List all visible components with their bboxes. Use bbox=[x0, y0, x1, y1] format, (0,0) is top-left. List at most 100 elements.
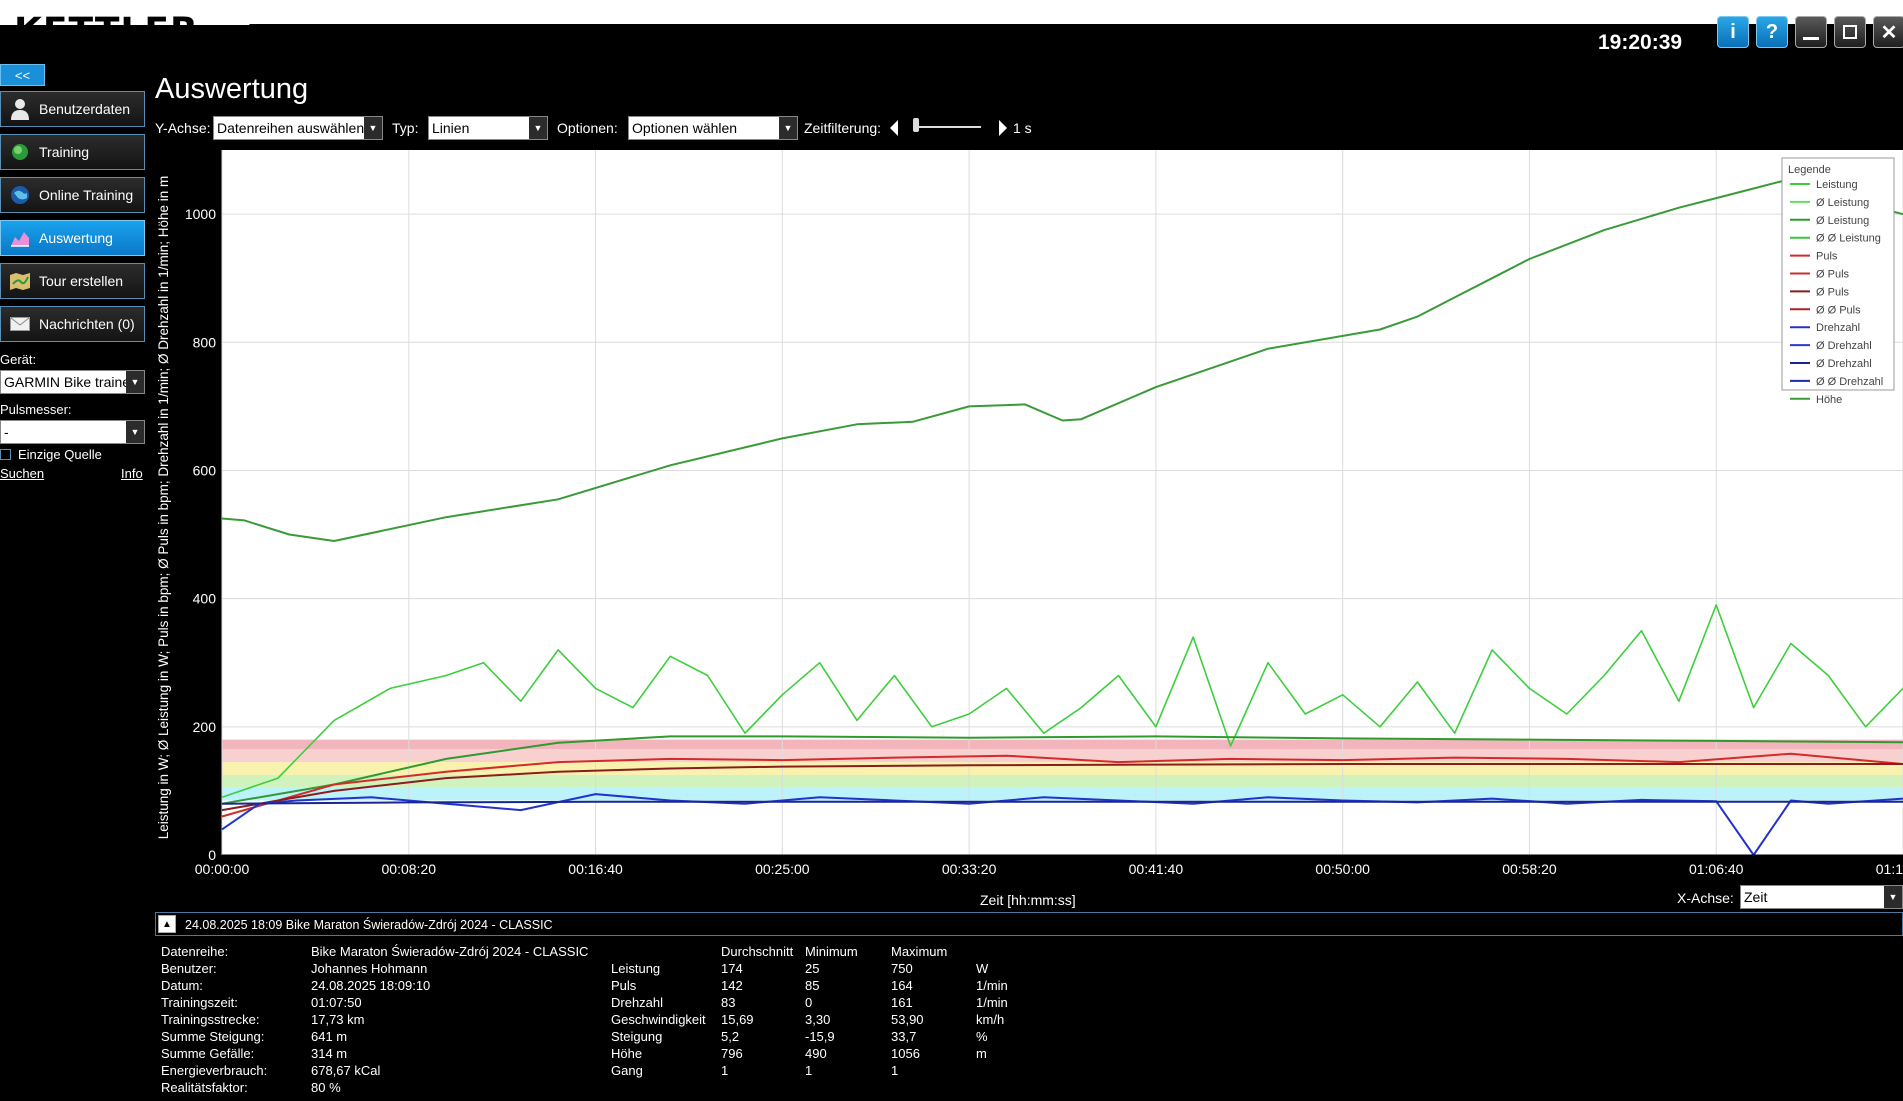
options-select[interactable]: Optionen wählen ▼ bbox=[628, 116, 798, 140]
info-link[interactable]: Info bbox=[121, 466, 143, 481]
device-select[interactable]: GARMIN Bike trainer ▼ bbox=[0, 370, 145, 394]
stats-unit: 1/min bbox=[976, 978, 1008, 993]
stats-name: Leistung bbox=[611, 961, 661, 976]
chevron-down-icon[interactable]: ▼ bbox=[779, 117, 797, 139]
sidebar-item-label: Training bbox=[39, 144, 90, 160]
device-label: Gerät: bbox=[0, 352, 37, 367]
stats-name: Steigung bbox=[611, 1029, 663, 1044]
x-tick-label: 00:25:00 bbox=[755, 861, 810, 877]
stats-min: 25 bbox=[805, 961, 820, 976]
time-filter-slider-thumb[interactable] bbox=[913, 118, 919, 132]
legend-entry: Leistung bbox=[1816, 179, 1858, 191]
evaluation-chart: 0200400600800100000:00:00 00:08:20 00:16:4… bbox=[156, 150, 1903, 877]
x-tick-label: 00:50:00 bbox=[1315, 861, 1370, 877]
detail-value: 24.08.2025 18:09:10 bbox=[311, 978, 431, 993]
stats-max: 164 bbox=[891, 978, 913, 993]
stats-name: Geschwindigkeit bbox=[611, 1012, 706, 1027]
time-filter-slider[interactable] bbox=[913, 126, 981, 128]
detail-label: Datum: bbox=[161, 978, 203, 993]
sidebar-item-label: Nachrichten (0) bbox=[39, 316, 135, 332]
time-filter-decrease-icon[interactable] bbox=[890, 120, 898, 136]
sidebar-item-benutzerdaten[interactable]: Benutzerdaten bbox=[0, 91, 145, 127]
legend-entry: Höhe bbox=[1816, 394, 1842, 406]
stats-max: 161 bbox=[891, 995, 913, 1010]
x-tick-label: 00:33:20 bbox=[942, 861, 997, 877]
close-icon[interactable]: ✕ bbox=[1873, 16, 1903, 48]
y-axis-select[interactable]: Datenreihen auswählen ▼ bbox=[213, 116, 383, 140]
legend-entry: Ø Ø Puls bbox=[1816, 304, 1861, 316]
legend-entry: Ø Drehzahl bbox=[1816, 340, 1872, 352]
maximize-icon[interactable] bbox=[1834, 16, 1866, 48]
x-axis-title: Zeit [hh:mm:ss] bbox=[980, 892, 1076, 908]
y-axis-title: Leistung in W; Ø Leistung in W; Puls in … bbox=[156, 176, 171, 840]
detail-label: Energieverbrauch: bbox=[161, 1063, 268, 1078]
stats-avg: 83 bbox=[721, 995, 736, 1010]
stats-min: 3,30 bbox=[805, 1012, 831, 1027]
x-axis-select[interactable]: Zeit ▼ bbox=[1740, 885, 1903, 909]
x-tick-label: 01:06:40 bbox=[1689, 861, 1744, 877]
collapse-details-icon[interactable]: ▲ bbox=[158, 915, 176, 933]
chevron-down-icon[interactable]: ▼ bbox=[126, 421, 144, 443]
type-select[interactable]: Linien ▼ bbox=[428, 116, 548, 140]
sidebar-item-tour-erstellen[interactable]: Tour erstellen bbox=[0, 263, 145, 299]
sidebar-item-auswertung[interactable]: Auswertung bbox=[0, 220, 145, 256]
kettler-logo: KETTLER bbox=[14, 11, 199, 50]
stats-name: Höhe bbox=[611, 1046, 643, 1061]
stats-min: 490 bbox=[805, 1046, 827, 1061]
pulse-select-value: - bbox=[4, 424, 9, 440]
y-axis-select-value: Datenreihen auswählen bbox=[217, 120, 364, 136]
detail-label: Summe Steigung: bbox=[161, 1029, 265, 1044]
detail-value: 17,73 km bbox=[311, 1012, 365, 1027]
detail-label: Trainingsstrecke: bbox=[161, 1012, 260, 1027]
stats-max: 53,90 bbox=[891, 1012, 924, 1027]
stats-name: Puls bbox=[611, 978, 637, 993]
chart-legend: Legende Leistung Ø Leistung Ø Leistung Ø Ø L… bbox=[1781, 157, 1895, 406]
stats-avg: 174 bbox=[721, 961, 743, 976]
sidebar-item-nachrichten[interactable]: Nachrichten (0) bbox=[0, 306, 145, 342]
x-tick-label: 01:15:00 bbox=[1876, 861, 1903, 877]
detail-label: Realitätsfaktor: bbox=[161, 1080, 248, 1095]
legend-entry: Ø Puls bbox=[1816, 286, 1850, 298]
page-title: Auswertung bbox=[155, 73, 309, 105]
pulse-select[interactable]: - ▼ bbox=[0, 420, 145, 444]
time-filter-increase-icon[interactable] bbox=[999, 120, 1007, 136]
clock: 19:20:39 bbox=[1598, 31, 1683, 54]
x-tick-label: 00:41:40 bbox=[1129, 861, 1184, 877]
single-source-checkbox[interactable] bbox=[0, 449, 11, 460]
device-select-value: GARMIN Bike trainer bbox=[4, 374, 126, 390]
options-label: Optionen: bbox=[557, 120, 618, 136]
chevron-down-icon[interactable]: ▼ bbox=[364, 117, 382, 139]
chevron-down-icon[interactable]: ▼ bbox=[529, 117, 547, 139]
detail-label: Summe Gefälle: bbox=[161, 1046, 255, 1061]
stats-unit: % bbox=[976, 1029, 988, 1044]
chevron-down-icon[interactable]: ▼ bbox=[126, 371, 144, 393]
stats-avg: 796 bbox=[721, 1046, 743, 1061]
x-tick-label: 00:16:40 bbox=[568, 861, 623, 877]
collapse-sidebar-button[interactable]: << bbox=[0, 64, 45, 86]
chevron-down-icon[interactable]: ▼ bbox=[1884, 886, 1902, 908]
stats-min: 1 bbox=[805, 1063, 813, 1078]
legend-entry: Ø Drehzahl bbox=[1816, 358, 1872, 370]
stats-avg: 15,69 bbox=[721, 1012, 754, 1027]
stats-min: 85 bbox=[805, 978, 820, 993]
legend-entry: Ø Ø Leistung bbox=[1816, 233, 1881, 245]
detail-label: Trainingszeit: bbox=[161, 995, 238, 1010]
detail-value: 641 m bbox=[311, 1029, 348, 1044]
title-bar: KETTLER 19:20:39 i ? ✕ bbox=[0, 0, 1903, 58]
x-tick-label: 00:08:20 bbox=[382, 861, 437, 877]
x-axis-select-value: Zeit bbox=[1744, 889, 1768, 905]
search-link[interactable]: Suchen bbox=[0, 466, 44, 481]
stats-min: -15,9 bbox=[805, 1029, 835, 1044]
details-panel-title: 24.08.2025 18:09 Bike Maraton Świeradów-… bbox=[185, 918, 553, 932]
detail-value: 314 m bbox=[311, 1046, 348, 1061]
minimize-icon[interactable] bbox=[1795, 16, 1827, 48]
help-icon[interactable]: ? bbox=[1756, 16, 1788, 48]
sidebar-item-label: Online Training bbox=[39, 187, 134, 203]
stats-max: 1056 bbox=[891, 1046, 920, 1061]
stats-avg: 5,2 bbox=[721, 1029, 740, 1044]
sidebar-item-training[interactable]: Training bbox=[0, 134, 145, 170]
globe-icon bbox=[9, 141, 31, 163]
stats-header: Maximum bbox=[891, 944, 948, 959]
info-icon[interactable]: i bbox=[1717, 16, 1749, 48]
sidebar-item-online-training[interactable]: Online Training bbox=[0, 177, 145, 213]
